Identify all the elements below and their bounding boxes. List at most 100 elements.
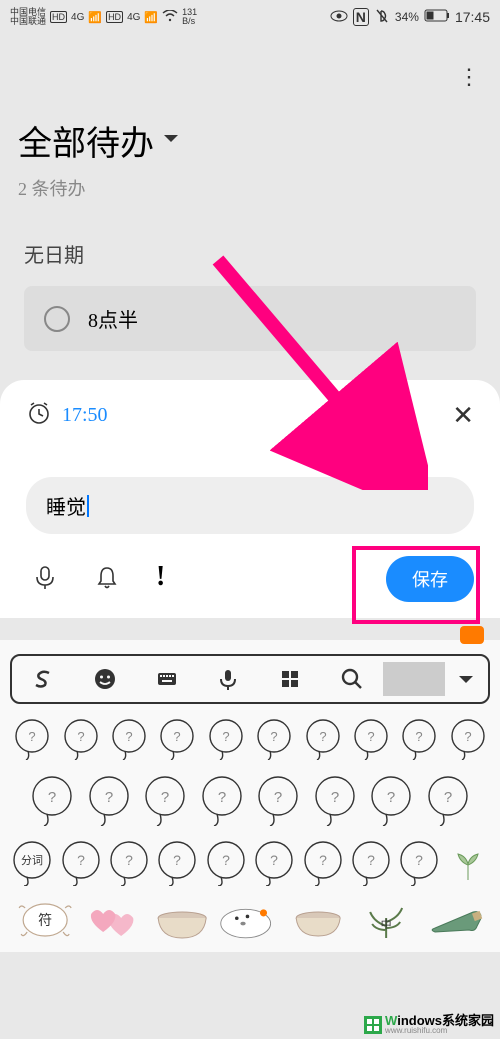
svg-text:?: ? xyxy=(105,789,113,806)
search-icon[interactable] xyxy=(321,667,383,691)
ime-switch-badge[interactable] xyxy=(460,626,484,644)
suggestion-bubble[interactable]: ? xyxy=(311,774,360,826)
svg-text:?: ? xyxy=(271,729,278,744)
sticker-plant[interactable]: 中 xyxy=(355,898,417,942)
svg-text:?: ? xyxy=(274,789,282,806)
grid-apps-icon[interactable] xyxy=(259,667,321,691)
suggestion-bubble[interactable]: ? xyxy=(446,718,490,760)
svg-text:?: ? xyxy=(161,789,169,806)
svg-text:?: ? xyxy=(174,729,181,744)
suggestion-bubble[interactable]: ? xyxy=(58,718,102,760)
suggestion-bubble[interactable]: ? xyxy=(204,840,248,886)
net-4g-2: 4G xyxy=(127,12,140,23)
text-cursor xyxy=(87,495,89,517)
fenci-bubble[interactable]: 分词 xyxy=(10,840,54,886)
svg-text:?: ? xyxy=(125,852,133,868)
title-dropdown[interactable]: 全部待办 xyxy=(18,116,482,165)
suggestion-bubble[interactable]: ? xyxy=(252,840,296,886)
keyboard-icon[interactable] xyxy=(136,667,198,691)
suggestion-bubble[interactable]: ? xyxy=(397,718,441,760)
suggestion-bubble[interactable]: ? xyxy=(300,718,344,760)
svg-text:?: ? xyxy=(464,729,471,744)
chevron-down-icon xyxy=(162,132,180,150)
suggestion-bubble[interactable]: ? xyxy=(349,718,393,760)
suggestion-bubble[interactable]: ? xyxy=(155,840,199,886)
priority-icon[interactable]: ! xyxy=(156,564,165,595)
svg-text:分词: 分词 xyxy=(21,854,43,867)
svg-text:?: ? xyxy=(367,852,375,868)
suggestion-bubble[interactable]: ? xyxy=(254,774,303,826)
close-button[interactable]: ✕ xyxy=(452,400,474,431)
save-button[interactable]: 保存 xyxy=(386,556,474,602)
emoji-icon[interactable] xyxy=(74,667,136,691)
sticker-bowl-2[interactable] xyxy=(287,898,349,942)
carrier-labels: 中国电信 中国联通 xyxy=(10,8,46,26)
net-speed: 131B/s xyxy=(182,8,197,26)
sprout-sticker[interactable] xyxy=(446,840,490,886)
keyboard-panel: ? ? ? ? ? ? ? ? ? ? ? ? ? ? ? ? ? ? 分词 ?… xyxy=(0,640,500,952)
suggestion-bubble[interactable]: ? xyxy=(300,840,344,886)
suggestion-bubble[interactable]: ? xyxy=(107,718,151,760)
todo-checkbox[interactable] xyxy=(44,306,70,332)
voice-input-icon[interactable] xyxy=(197,667,259,691)
suggestion-bubble[interactable]: ? xyxy=(28,774,77,826)
reminder-time: 17:50 xyxy=(62,404,108,427)
svg-text:中: 中 xyxy=(381,918,392,931)
battery-icon xyxy=(424,9,450,25)
sogou-logo-icon[interactable] xyxy=(12,667,74,691)
signal-icon-2: 📶 xyxy=(144,11,158,24)
suggestion-bubble[interactable]: ? xyxy=(397,840,441,886)
suggestion-bubble[interactable]: ? xyxy=(85,774,134,826)
suggestion-bubble[interactable]: ? xyxy=(424,774,473,826)
svg-text:?: ? xyxy=(416,729,423,744)
collapse-keyboard-icon[interactable] xyxy=(445,667,488,691)
watermark-url: www.ruishifu.com xyxy=(385,1027,494,1035)
alarm-icon xyxy=(26,400,52,431)
suggestion-bubble[interactable]: ? xyxy=(349,840,393,886)
sticker-seal[interactable] xyxy=(219,898,281,942)
svg-text:?: ? xyxy=(29,729,36,744)
svg-text:符: 符 xyxy=(38,912,52,928)
nodate-section-label: 无日期 xyxy=(0,219,500,268)
svg-text:?: ? xyxy=(174,852,182,868)
mic-icon[interactable] xyxy=(32,564,58,595)
todo-text: 8点半 xyxy=(88,304,138,333)
suggestion-bubble[interactable]: ? xyxy=(155,718,199,760)
svg-text:?: ? xyxy=(48,789,56,806)
svg-text:?: ? xyxy=(77,852,85,868)
eye-icon xyxy=(330,10,348,25)
suggestion-bubble[interactable]: ? xyxy=(204,718,248,760)
suggestion-bubble[interactable]: ? xyxy=(367,774,416,826)
sticker-fu[interactable]: 符 xyxy=(14,898,76,942)
suggestion-bubble[interactable]: ? xyxy=(10,718,54,760)
svg-text:?: ? xyxy=(218,789,226,806)
more-menu-button[interactable]: ⋮ xyxy=(458,64,480,90)
net-4g-1: 4G xyxy=(71,12,84,23)
bell-icon[interactable] xyxy=(94,564,120,595)
input-value: 睡觉 xyxy=(46,491,86,520)
page-title: 全部待办 xyxy=(18,116,154,165)
todo-input[interactable]: 睡觉 xyxy=(26,477,474,534)
svg-text:?: ? xyxy=(125,729,132,744)
svg-text:?: ? xyxy=(77,729,84,744)
nfc-icon: N xyxy=(353,8,369,26)
sticker-bowl[interactable] xyxy=(151,898,213,942)
suggestion-bubble[interactable]: ? xyxy=(252,718,296,760)
suggestion-bubble[interactable]: ? xyxy=(141,774,190,826)
suggestion-bubble[interactable]: ? xyxy=(58,840,102,886)
sticker-bottle[interactable] xyxy=(424,898,486,942)
sticker-row: 符 中 xyxy=(10,898,490,942)
page-header: ⋮ 全部待办 2 条待办 xyxy=(0,34,500,201)
svg-text:?: ? xyxy=(319,729,326,744)
svg-text:?: ? xyxy=(387,789,395,806)
add-todo-sheet: 17:50 ✕ 睡觉 ! 保存 xyxy=(0,380,500,618)
status-right: N 34% 17:45 xyxy=(330,8,490,27)
todo-item[interactable]: 8点半 xyxy=(24,286,476,351)
suggestion-bubble[interactable]: ? xyxy=(198,774,247,826)
svg-text:?: ? xyxy=(444,789,452,806)
svg-text:?: ? xyxy=(416,852,424,868)
suggestion-bubble[interactable]: ? xyxy=(107,840,151,886)
reminder-time-button[interactable]: 17:50 xyxy=(26,400,108,431)
sticker-hearts[interactable] xyxy=(82,898,144,942)
suggestion-row-3: 分词 ? ? ? ? ? ? ? ? xyxy=(10,840,490,886)
